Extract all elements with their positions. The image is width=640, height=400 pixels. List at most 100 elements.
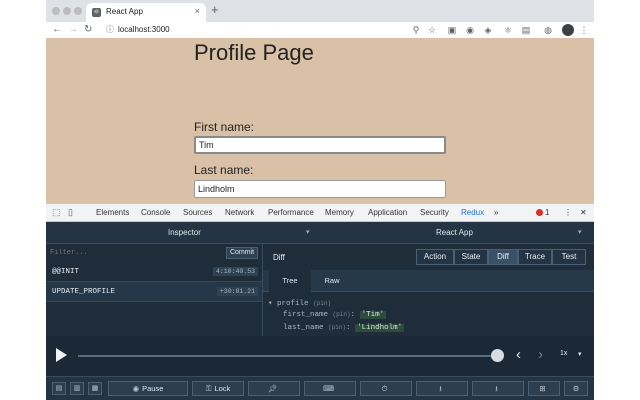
devtools-tab-sources[interactable]: Sources [183, 208, 212, 217]
forward-button[interactable]: → [68, 23, 78, 36]
devtools-tab-application[interactable]: Application [368, 208, 407, 217]
action-row[interactable]: @@INIT 4:10:40.53 [46, 262, 262, 282]
devtools-tab-memory[interactable]: Memory [325, 208, 354, 217]
extension-icon[interactable]: ▤ [520, 24, 532, 36]
last-name-label: Last name: [194, 163, 254, 177]
info-icon[interactable]: ⓘ [106, 23, 114, 37]
first-name-label: First name: [194, 120, 255, 134]
upload-icon: ⭳ [495, 384, 498, 393]
devtools-menu-icon[interactable]: ⋮ [564, 208, 572, 217]
react-extension-icon[interactable]: ⚛ [502, 24, 514, 36]
log-monitor-icon[interactable]: ▤ [52, 382, 66, 395]
chart-monitor-icon[interactable]: ▥ [70, 382, 84, 395]
action-tab-button[interactable]: Action [416, 249, 454, 265]
tree-key: last_name [283, 324, 324, 332]
diff-tree-root[interactable]: ▾ profile (pin) [268, 298, 331, 308]
window-zoom-dot[interactable] [74, 7, 82, 15]
menu-icon[interactable]: ⋮ [578, 24, 590, 36]
import-button[interactable]: ⭳ [416, 381, 468, 396]
step-back-icon[interactable]: ‹ [516, 346, 521, 364]
diff-subtabs: Tree Raw [263, 270, 594, 292]
action-row[interactable]: UPDATE_PROFILE +30:01.21 [46, 282, 262, 302]
gear-icon: ⚙ [572, 384, 580, 393]
tab-title: React App [106, 7, 143, 16]
remote-button[interactable]: ⊞ [528, 381, 560, 396]
devtools-tab-security[interactable]: Security [420, 208, 449, 217]
last-name-input[interactable] [194, 180, 446, 198]
lock-label: Lock [214, 384, 231, 393]
extension-icon[interactable]: ◈ [482, 24, 494, 36]
redux-extension-icon[interactable]: ◉ [464, 24, 476, 36]
chevron-down-icon[interactable]: ▾ [306, 228, 310, 236]
download-icon: ⭳ [439, 384, 442, 393]
tree-value: 'Tim' [359, 311, 387, 319]
url-text[interactable]: localhost:3000 [118, 23, 170, 37]
extension-icon[interactable]: ▣ [446, 24, 458, 36]
back-button[interactable]: ← [52, 23, 62, 36]
instance-selector[interactable]: React App [436, 228, 473, 237]
page-title: Profile Page [194, 40, 314, 65]
diff-tab-button[interactable]: Diff [488, 249, 518, 265]
inspect-element-icon[interactable]: ⬚ [52, 207, 61, 218]
profile-icon[interactable] [562, 24, 574, 36]
devtools-tab-console[interactable]: Console [141, 208, 170, 217]
extension-icon[interactable]: ◍ [542, 24, 554, 36]
timeline-track[interactable] [78, 355, 498, 357]
devtools-close-icon[interactable]: ✕ [580, 208, 587, 217]
react-icon: ⚛ [92, 8, 101, 17]
browser-tab[interactable]: ⚛ React App × [86, 3, 206, 22]
inspector-monitor-icon[interactable]: ▦ [88, 382, 102, 395]
filter-input[interactable] [50, 247, 220, 259]
redux-devtools-panel: Inspector ▾ React App ▾ Commit @@INIT 4:… [46, 222, 594, 400]
diff-tree-row[interactable]: last_name (pin): 'Lindholm' [283, 324, 405, 332]
devtools-tab-performance[interactable]: Performance [268, 208, 314, 217]
trace-tab-button[interactable]: Trace [518, 249, 552, 265]
error-count: 1 [545, 208, 550, 217]
timeline-handle[interactable] [491, 349, 504, 362]
playback-speed[interactable]: 1x [560, 350, 567, 357]
chevron-down-icon[interactable]: ▾ [578, 228, 582, 236]
page-viewport: Profile Page First name: Last name: [46, 38, 594, 203]
pause-button[interactable]: ◉ Pause [108, 381, 188, 396]
tree-type: (pin) [313, 300, 332, 307]
error-count-badge[interactable]: 1 [536, 208, 549, 217]
state-tab-button[interactable]: State [454, 249, 488, 265]
tab-close-icon[interactable]: × [195, 6, 200, 16]
diff-tree-row[interactable]: first_name (pin): 'Tim' [283, 311, 387, 319]
address-bar: ← → ↻ ⓘ localhost:3000 ⚲ ☆ ▣ ◉ ◈ ⚛ ▤ ◍ ⋮ [46, 22, 594, 38]
more-tabs-icon[interactable]: » [494, 208, 498, 217]
commit-button[interactable]: Commit [226, 247, 258, 259]
lock-icon: ⚿ [205, 384, 212, 393]
step-forward-icon[interactable]: › [538, 346, 543, 364]
lock-button[interactable]: ⚿ Lock [192, 381, 244, 396]
pause-icon: ◉ [132, 384, 140, 393]
play-icon[interactable] [56, 348, 67, 362]
test-tab-button[interactable]: Test [552, 249, 586, 265]
devtools-tab-elements[interactable]: Elements [96, 208, 129, 217]
first-name-input[interactable] [194, 136, 446, 154]
star-icon[interactable]: ☆ [426, 24, 438, 36]
action-time: +30:01.21 [216, 287, 258, 296]
new-tab-button[interactable]: + [211, 3, 219, 17]
action-name: UPDATE_PROFILE [52, 288, 116, 296]
action-name: @@INIT [52, 268, 80, 276]
reload-button[interactable]: ↻ [84, 23, 92, 36]
window-minimize-dot[interactable] [63, 7, 71, 15]
export-button[interactable]: ⭳ [472, 381, 524, 396]
chevron-down-icon[interactable]: ▾ [578, 350, 582, 358]
dispatcher-button[interactable]: ⌨ [304, 381, 356, 396]
tree-key: first_name [283, 311, 329, 319]
tab-raw[interactable]: Raw [311, 270, 353, 292]
browser-window: ⚛ React App × + ← → ↻ ⓘ localhost:3000 ⚲… [46, 0, 594, 400]
persist-button[interactable]: 📌︎ [248, 381, 300, 396]
tab-tree[interactable]: Tree [269, 270, 311, 292]
inspector-label[interactable]: Inspector [168, 228, 201, 237]
devtools-tab-network[interactable]: Network [225, 208, 254, 217]
device-toolbar-icon[interactable]: ▯ [68, 207, 73, 218]
slider-toggle-button[interactable]: ⏱ [360, 381, 412, 396]
window-close-dot[interactable] [52, 7, 60, 15]
zoom-icon[interactable]: ⚲ [410, 24, 422, 36]
settings-button[interactable]: ⚙ [564, 381, 588, 396]
devtools-tab-redux[interactable]: Redux [461, 208, 484, 217]
expand-arrow-icon[interactable]: ▾ [268, 300, 273, 308]
